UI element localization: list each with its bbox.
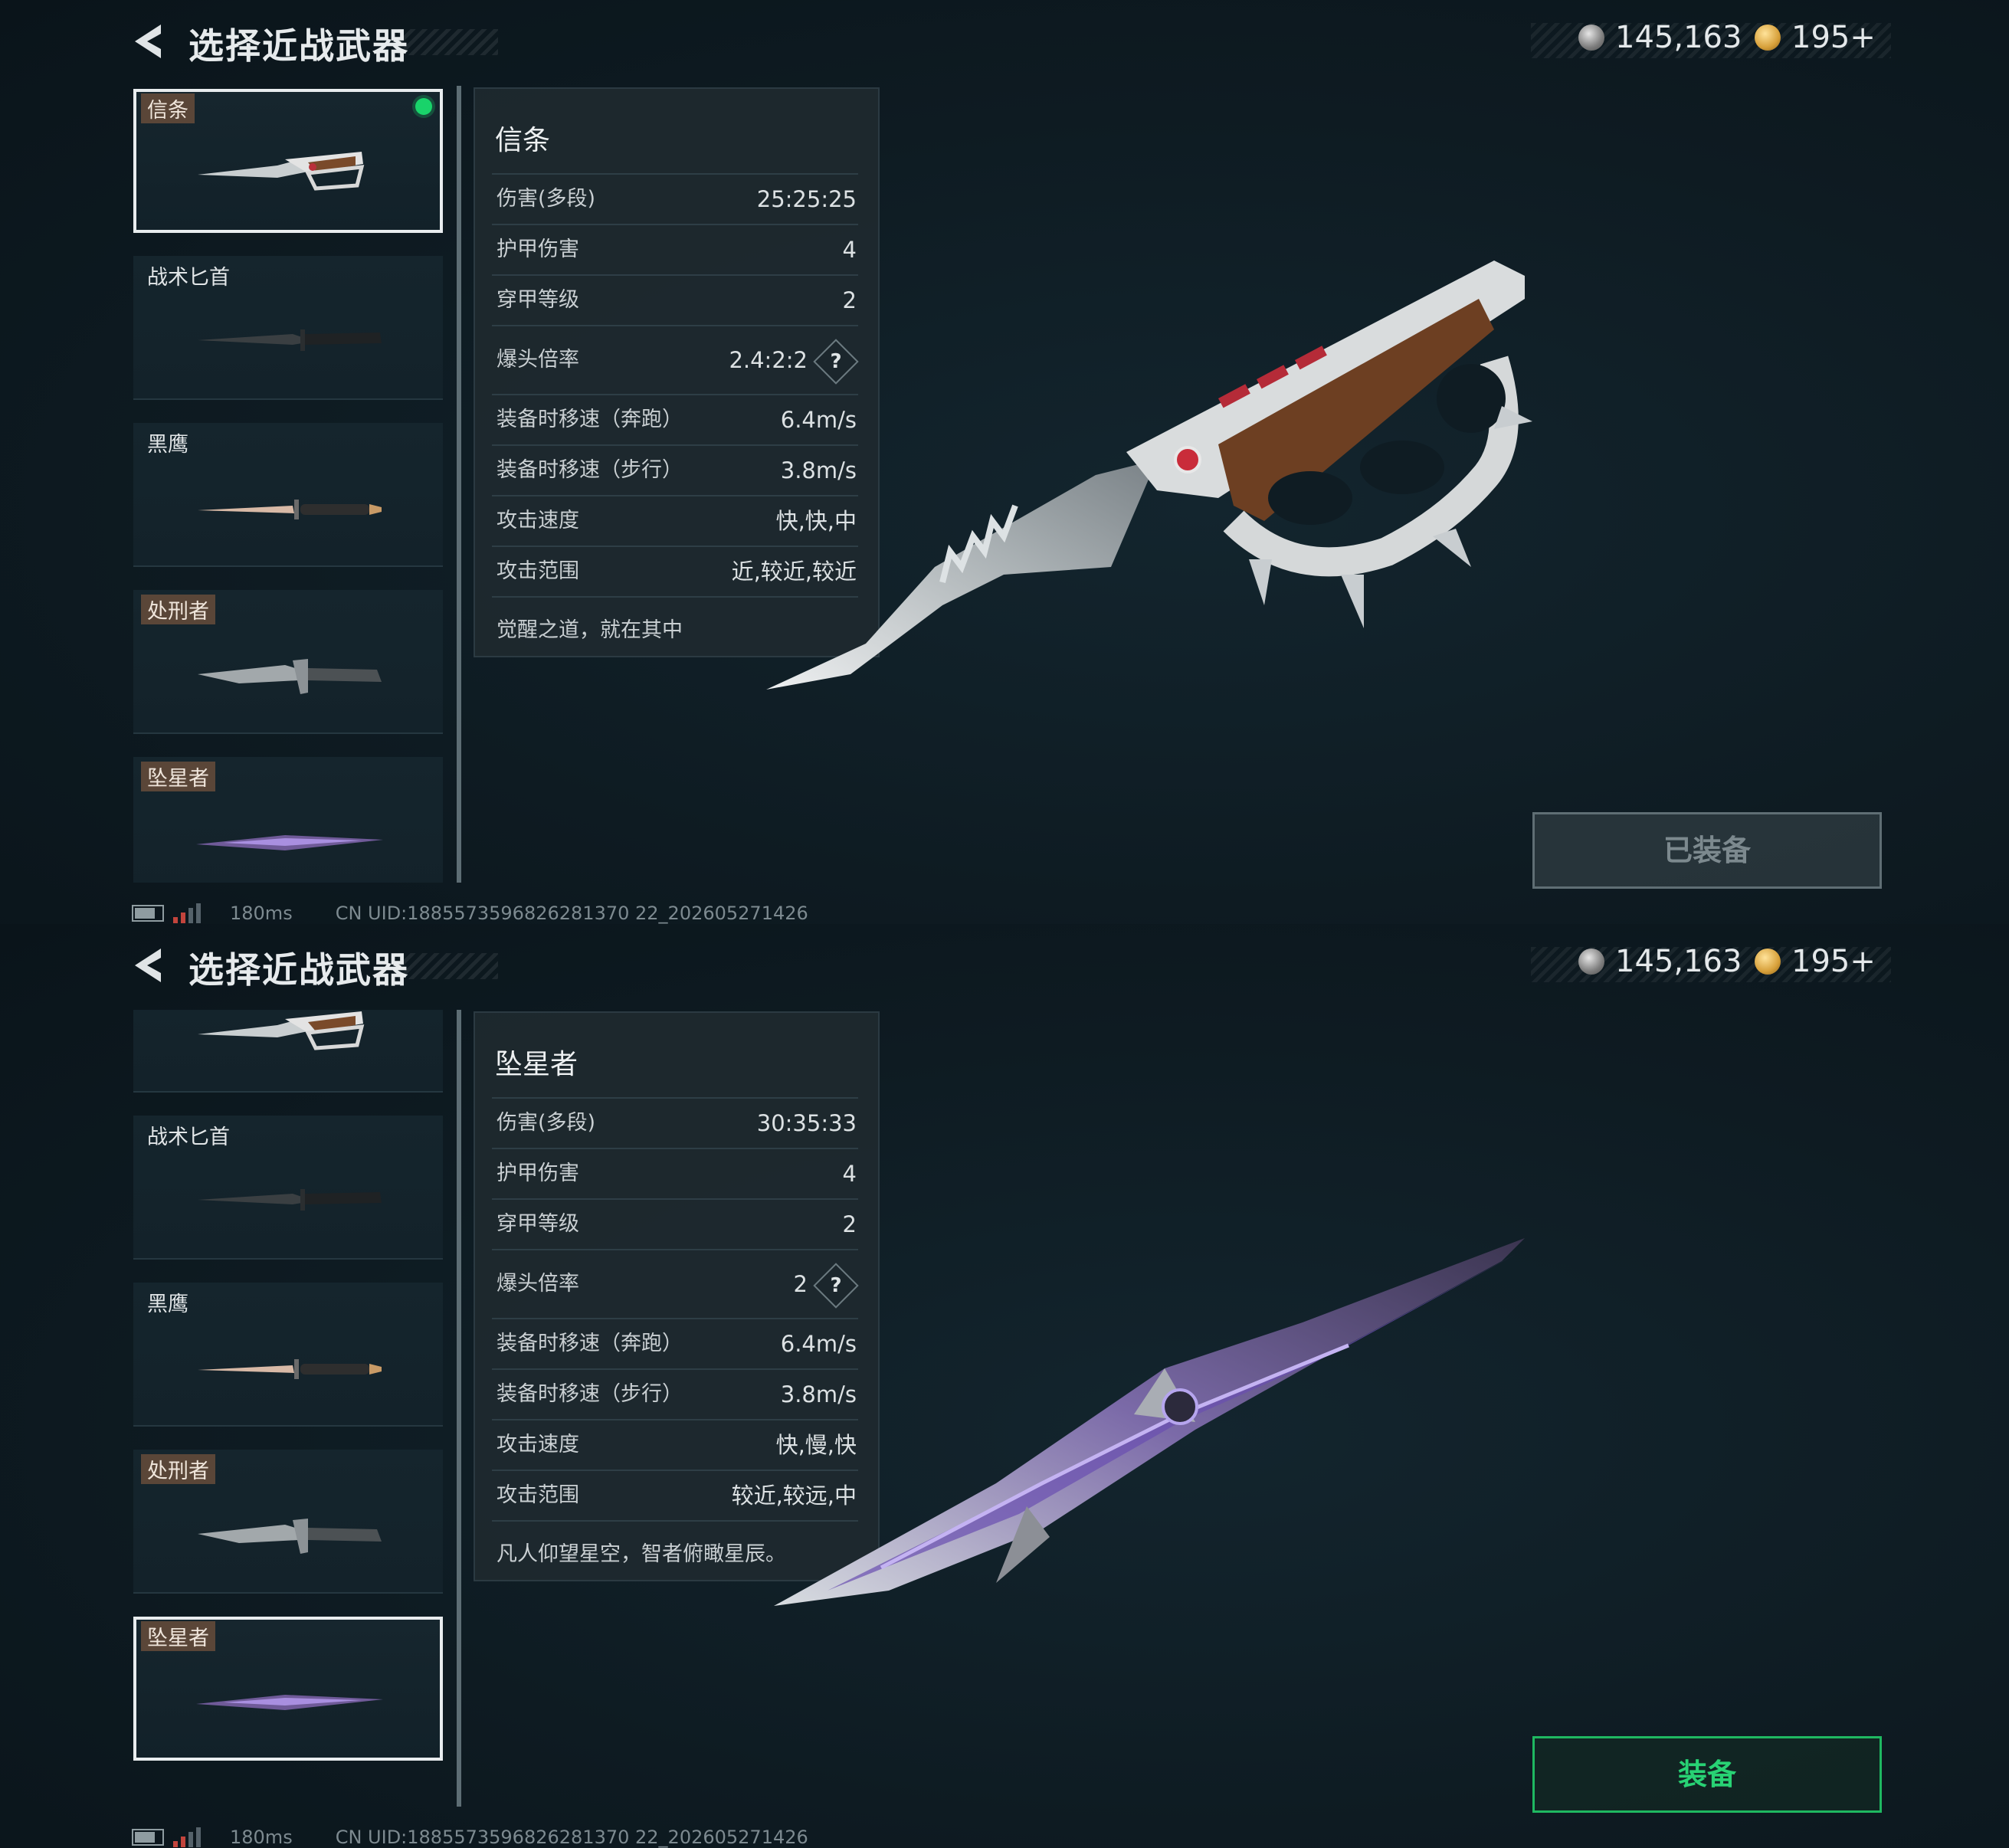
weapon-name: 信条 <box>495 125 551 156</box>
scrollbar-thumb[interactable] <box>457 86 461 883</box>
executioner-knife-thumbnail <box>198 659 382 694</box>
weapon-card-xintiao[interactable]: 信条 <box>133 89 443 233</box>
weapon-card-label: 坠星者 <box>141 762 215 791</box>
weapon-card-blackhawk[interactable]: 黑鹰 <box>133 423 443 567</box>
uid-text: CN UID:1885573596826281370 22_2026052714… <box>335 1827 808 1848</box>
starfall-knife-thumbnail <box>196 835 383 850</box>
weapon-flavor-text: 凡人仰望星空，智者俯瞰星辰。 <box>497 1542 786 1566</box>
weapon-list-scrollbar[interactable] <box>457 86 461 883</box>
weapon-card-label: 战术匕首 <box>147 1126 230 1149</box>
title-decoration <box>398 953 498 979</box>
gold-currency[interactable]: 195+ <box>1755 944 1876 979</box>
silver-amount: 145,163 <box>1615 20 1742 55</box>
page-title: 选择近战武器 <box>188 949 409 991</box>
weapon-list[interactable]: 战术匕首 黑鹰 处刑者 坠星者 <box>132 1010 447 1807</box>
battery-icon <box>132 905 164 922</box>
weapon-card-label: 处刑者 <box>141 595 215 624</box>
ping-text: 180ms <box>230 1827 293 1848</box>
weapon-card-label: 坠星者 <box>141 1621 215 1651</box>
stat-label: 护甲伤害 <box>497 238 579 261</box>
silver-coin-icon <box>1578 949 1604 975</box>
gold-coin-icon <box>1755 25 1781 51</box>
stat-row: 护甲伤害 4 <box>492 1148 858 1198</box>
weapon-card-tactical-dagger[interactable]: 战术匕首 <box>133 256 443 400</box>
weapon-card-label: 信条 <box>141 93 195 123</box>
silver-currency: 145,163 <box>1578 20 1742 55</box>
stat-label: 装备时移速（步行） <box>497 1382 683 1406</box>
gold-coin-icon <box>1755 949 1781 975</box>
weapon-card-tactical-dagger[interactable]: 战术匕首 <box>133 1116 443 1260</box>
battery-icon <box>132 1829 164 1846</box>
gold-currency[interactable]: 195+ <box>1755 20 1876 55</box>
tactical-dagger-thumbnail <box>198 1189 382 1211</box>
stat-label: 穿甲等级 <box>497 288 579 312</box>
silver-coin-icon <box>1578 25 1604 51</box>
weapon-flavor-text: 觉醒之道，就在其中 <box>497 618 683 642</box>
weapon-card-executioner[interactable]: 处刑者 <box>133 1450 443 1594</box>
stat-label: 攻击范围 <box>497 1483 579 1507</box>
weapon-card-label: 处刑者 <box>141 1454 215 1484</box>
stat-label: 装备时移速（奔跑） <box>497 408 683 431</box>
equip-button[interactable]: 装备 <box>1532 1736 1882 1813</box>
signal-icon <box>173 903 204 923</box>
stat-label: 伤害(多段) <box>497 1111 596 1135</box>
back-arrow-icon[interactable] <box>130 945 166 985</box>
stat-label: 爆头倍率 <box>497 1272 579 1296</box>
stat-label: 护甲伤害 <box>497 1162 579 1185</box>
stat-row: 伤害(多段) 30:35:33 <box>492 1097 858 1148</box>
stat-value: 4 <box>842 1161 857 1187</box>
weapon-card-starfall[interactable]: 坠星者 <box>133 1617 443 1761</box>
tactical-dagger-thumbnail <box>198 329 382 351</box>
gold-amount: 195+ <box>1791 20 1876 55</box>
stat-label: 爆头倍率 <box>497 348 579 372</box>
blackhawk-knife-thumbnail <box>198 1359 382 1379</box>
weapon-card-starfall[interactable]: 坠星者 <box>133 757 443 883</box>
screen-bottom: 选择近战武器 145,163 195+ 战术匕首 黑鹰 处刑者 坠星者 坠星者 … <box>0 924 2009 1848</box>
weapon-card-xintiao[interactable] <box>133 1010 443 1093</box>
title-decoration <box>398 29 498 55</box>
stat-value: 30:35:33 <box>756 1110 857 1136</box>
blackhawk-knife-thumbnail <box>198 500 382 519</box>
starfall-knife-thumbnail <box>196 1695 383 1710</box>
equipped-dot-icon <box>415 98 432 115</box>
page-title: 选择近战武器 <box>188 25 409 67</box>
silver-currency: 145,163 <box>1578 944 1742 979</box>
weapon-preview-knuckle-knife[interactable] <box>759 245 1555 705</box>
equipped-button[interactable]: 已装备 <box>1532 812 1882 889</box>
stat-label: 攻击范围 <box>497 559 579 583</box>
executioner-knife-thumbnail <box>198 1519 382 1554</box>
status-bar: 180ms CN UID:1885573596826281370 22_2026… <box>132 1827 808 1848</box>
silver-amount: 145,163 <box>1615 944 1742 979</box>
weapon-card-label: 黑鹰 <box>147 433 188 457</box>
stat-label: 攻击速度 <box>497 1433 579 1456</box>
weapon-preview-starfall-knife[interactable] <box>766 1230 1548 1629</box>
knuckle-knife-thumbnail <box>198 152 365 191</box>
back-arrow-icon[interactable] <box>130 21 166 61</box>
gold-amount: 195+ <box>1791 944 1876 979</box>
stat-row: 伤害(多段) 25:25:25 <box>492 173 858 224</box>
weapon-card-executioner[interactable]: 处刑者 <box>133 590 443 734</box>
screen-top: 选择近战武器 145,163 195+ 信条 战术匕首 黑鹰 处刑者 坠星者 信… <box>0 0 2009 924</box>
stat-label: 攻击速度 <box>497 509 579 532</box>
stat-label: 装备时移速（步行） <box>497 458 683 482</box>
stat-label: 穿甲等级 <box>497 1212 579 1236</box>
weapon-card-label: 黑鹰 <box>147 1293 188 1316</box>
scrollbar-thumb[interactable] <box>457 1010 461 1807</box>
signal-icon <box>173 1827 204 1847</box>
knuckle-knife-thumbnail <box>198 1011 365 1050</box>
stat-label: 伤害(多段) <box>497 187 596 211</box>
weapon-card-label: 战术匕首 <box>147 266 230 290</box>
status-bar: 180ms CN UID:1885573596826281370 22_2026… <box>132 903 808 924</box>
stat-value: 25:25:25 <box>756 186 857 212</box>
uid-text: CN UID:1885573596826281370 22_2026052714… <box>335 903 808 924</box>
weapon-list[interactable]: 信条 战术匕首 黑鹰 处刑者 坠星者 <box>132 86 447 883</box>
weapon-card-blackhawk[interactable]: 黑鹰 <box>133 1283 443 1427</box>
ping-text: 180ms <box>230 903 293 924</box>
weapon-list-scrollbar[interactable] <box>457 1010 461 1807</box>
weapon-name: 坠星者 <box>495 1049 578 1080</box>
stat-label: 装备时移速（奔跑） <box>497 1332 683 1355</box>
